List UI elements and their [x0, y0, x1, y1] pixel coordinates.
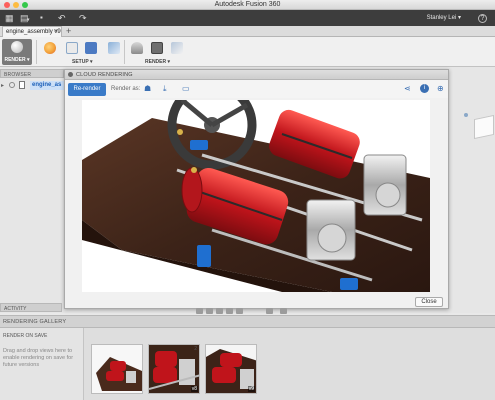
share-icon[interactable]: ⋖ [404, 85, 411, 93]
activity-header[interactable]: ACTIVITY [0, 303, 62, 312]
render-group-label[interactable]: RENDER ▾ [145, 59, 170, 65]
toolbar-divider [124, 40, 125, 64]
render-icon[interactable] [151, 42, 163, 54]
info-icon[interactable]: i [420, 84, 429, 93]
capture-image-icon[interactable] [171, 42, 183, 54]
texture-map-icon[interactable] [85, 42, 97, 54]
grid-settings-icon[interactable] [280, 308, 287, 314]
thumbnail-count: 2 [194, 346, 197, 352]
gallery-thumbnail[interactable]: 2 v8 [148, 344, 200, 394]
new-tab-button[interactable]: + [66, 26, 71, 36]
window-title: Autodesk Fusion 360 [214, 1, 281, 8]
dialog-title: CLOUD RENDERING [76, 72, 133, 78]
chevron-down-icon: ▾ [457, 15, 461, 21]
rerender-button[interactable]: Re-render [68, 83, 106, 96]
version-badge: v8 [190, 386, 198, 392]
redo-icon[interactable]: ↷ [79, 13, 87, 23]
version-badge: v9 [247, 386, 255, 392]
dialog-header[interactable]: CLOUD RENDERING [65, 70, 448, 80]
document-tab-strip: engine_assembly v9 × + [0, 26, 495, 37]
gallery-thumbnail[interactable]: v9 [205, 344, 257, 394]
render-workspace-icon [11, 41, 23, 53]
quick-access-toolbar: ▦ ▤ ▾ ▪ ↶ ↷ Stanley Lei ▾ ? [0, 10, 495, 26]
close-button[interactable]: Close [415, 297, 443, 307]
window-title-bar: Autodesk Fusion 360 [0, 0, 495, 10]
browser-item-label: engine_as [30, 81, 64, 90]
help-icon[interactable]: ? [478, 14, 487, 23]
expand-icon[interactable]: ▸ [1, 82, 4, 89]
appearance-icon[interactable] [44, 42, 56, 54]
browser-header[interactable]: BROWSER [0, 69, 64, 78]
file-dropdown-icon[interactable]: ▾ [27, 15, 30, 25]
gallery-header[interactable]: RENDERING GALLERY [0, 316, 495, 328]
scene-settings-icon[interactable] [66, 42, 78, 54]
zoom-window-icon[interactable] [226, 308, 233, 314]
dialog-toolbar: Re-render Render as: ☗ ⤓ ▭ ⋖ i ⊕ [65, 80, 448, 98]
cloud-rendering-dialog: CLOUD RENDERING Re-render Render as: ☗ ⤓… [64, 69, 449, 309]
component-icon [19, 81, 25, 89]
workspace-label: RENDER ▾ [4, 57, 30, 63]
grid-icon[interactable]: ▦ [5, 13, 14, 23]
rendering-gallery: RENDERING GALLERY RENDER ON SAVE Drag an… [0, 315, 495, 400]
in-canvas-render-icon[interactable] [131, 42, 143, 54]
pin-icon[interactable] [68, 72, 73, 77]
look-at-icon[interactable] [216, 308, 223, 314]
user-menu[interactable]: Stanley Lei ▾ [427, 14, 461, 21]
browser-panel: BROWSER ▸ engine_as [0, 69, 64, 299]
view-cube[interactable] [474, 114, 494, 140]
gallery-thumbnail[interactable] [91, 344, 143, 394]
render-on-save-panel[interactable]: RENDER ON SAVE Drag and drop views here … [0, 328, 84, 400]
decal-icon[interactable] [108, 42, 120, 54]
visibility-icon[interactable] [9, 82, 15, 88]
close-icon[interactable]: × [54, 28, 58, 35]
orbit-icon[interactable] [196, 308, 203, 314]
pan-icon[interactable] [206, 308, 213, 314]
setup-group-label[interactable]: SETUP ▾ [72, 59, 92, 65]
workspace-switcher[interactable]: RENDER ▾ [2, 39, 32, 65]
blue-clamp [197, 245, 211, 267]
render-toolbar: RENDER ▾ SETUP ▾ RENDER ▾ [0, 37, 495, 67]
browser-item-engine-assembly[interactable]: ▸ engine_as [0, 81, 64, 90]
zoom-icon[interactable]: ⊕ [437, 85, 444, 93]
render-as-label: Render as: [111, 86, 141, 92]
undo-icon[interactable]: ↶ [58, 13, 66, 23]
people-icon[interactable]: ☗ [144, 85, 151, 93]
render-image [82, 100, 430, 292]
home-view-icon[interactable] [464, 113, 468, 117]
gallery-icon[interactable]: ▭ [182, 85, 190, 93]
user-name: Stanley Lei [426, 15, 457, 21]
tab-label: engine_assembly v9 [6, 29, 61, 35]
tab-engine-assembly[interactable]: engine_assembly v9 × [2, 26, 62, 37]
toolbar-divider [36, 40, 37, 64]
navigation-bar [196, 307, 300, 315]
engine-render-illustration [82, 100, 430, 292]
render-on-save-label: RENDER ON SAVE [3, 333, 48, 339]
display-settings-icon[interactable] [266, 308, 273, 314]
download-icon[interactable]: ⤓ [163, 85, 167, 93]
save-icon[interactable]: ▪ [40, 13, 43, 23]
thumbnail-image [92, 345, 142, 393]
fit-icon[interactable] [236, 308, 243, 314]
render-on-save-help: Drag and drop views here to enable rende… [3, 348, 74, 368]
